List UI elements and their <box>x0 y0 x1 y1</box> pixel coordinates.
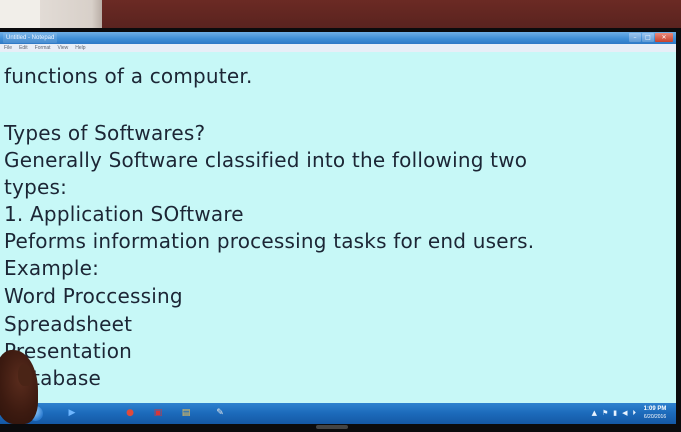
text-line: 1. Application SOftware <box>4 202 244 226</box>
menu-bar: File Edit Format View Help <box>0 44 676 52</box>
text-line: Peforms information processing tasks for… <box>4 229 535 253</box>
window-title: Untitled - Notepad <box>3 33 58 43</box>
chrome-icon[interactable]: ● <box>124 407 136 419</box>
taskbar-clock[interactable]: 1:09 PM 6/20/2016 <box>638 405 672 422</box>
show-hidden-icons-icon[interactable]: ▲ <box>592 408 597 419</box>
pdf-reader-icon[interactable]: ▣ <box>152 407 164 419</box>
photo-of-monitor: Untitled - Notepad – □ ✕ File Edit Forma… <box>0 0 681 432</box>
window-controls: – □ ✕ <box>629 33 673 42</box>
monitor-brand-label <box>316 425 348 429</box>
menu-edit[interactable]: Edit <box>19 44 28 52</box>
menu-help[interactable]: Help <box>75 44 85 52</box>
clock-time: 1:09 PM <box>643 406 667 412</box>
volume-icon[interactable]: ◀ <box>622 408 627 419</box>
text-line: Types of Softwares? <box>4 121 206 145</box>
notepad-icon[interactable]: ✎ <box>214 407 226 419</box>
folder-icon[interactable]: ▤ <box>180 407 192 419</box>
window-titlebar[interactable]: Untitled - Notepad – □ ✕ <box>0 32 676 44</box>
close-button[interactable]: ✕ <box>655 33 673 42</box>
presenter-finger <box>18 364 32 386</box>
maximize-button[interactable]: □ <box>642 33 654 42</box>
text-editor-area[interactable]: functions of a computer. Types of Softwa… <box>0 52 676 403</box>
media-player-icon[interactable]: ▶ <box>66 407 78 419</box>
text-line: Word Proccessing <box>4 284 183 308</box>
action-center-icon[interactable]: ⚑ <box>602 408 608 419</box>
screen: Untitled - Notepad – □ ✕ File Edit Forma… <box>0 32 676 424</box>
menu-file[interactable]: File <box>4 44 12 52</box>
text-line: types: <box>4 175 68 199</box>
minimize-button[interactable]: – <box>629 33 641 42</box>
text-line: Example: <box>4 256 100 280</box>
taskbar: ▶ ● ▣ ▤ ✎ ▲ ⚑ ▮ ◀ ⏵ 1:09 PM 6/20/2016 <box>0 403 676 424</box>
menu-view[interactable]: View <box>58 44 69 52</box>
menu-format[interactable]: Format <box>35 44 51 52</box>
text-line: Spreadsheet <box>4 312 133 336</box>
system-tray: ▲ ⚑ ▮ ◀ ⏵ <box>592 408 636 419</box>
clock-date: 6/20/2016 <box>643 414 667 420</box>
network-icon[interactable]: ⏵ <box>633 408 637 419</box>
text-line: functions of a computer. <box>4 64 253 88</box>
battery-icon[interactable]: ▮ <box>613 408 617 419</box>
text-line: Generally Software classified into the f… <box>4 148 528 172</box>
